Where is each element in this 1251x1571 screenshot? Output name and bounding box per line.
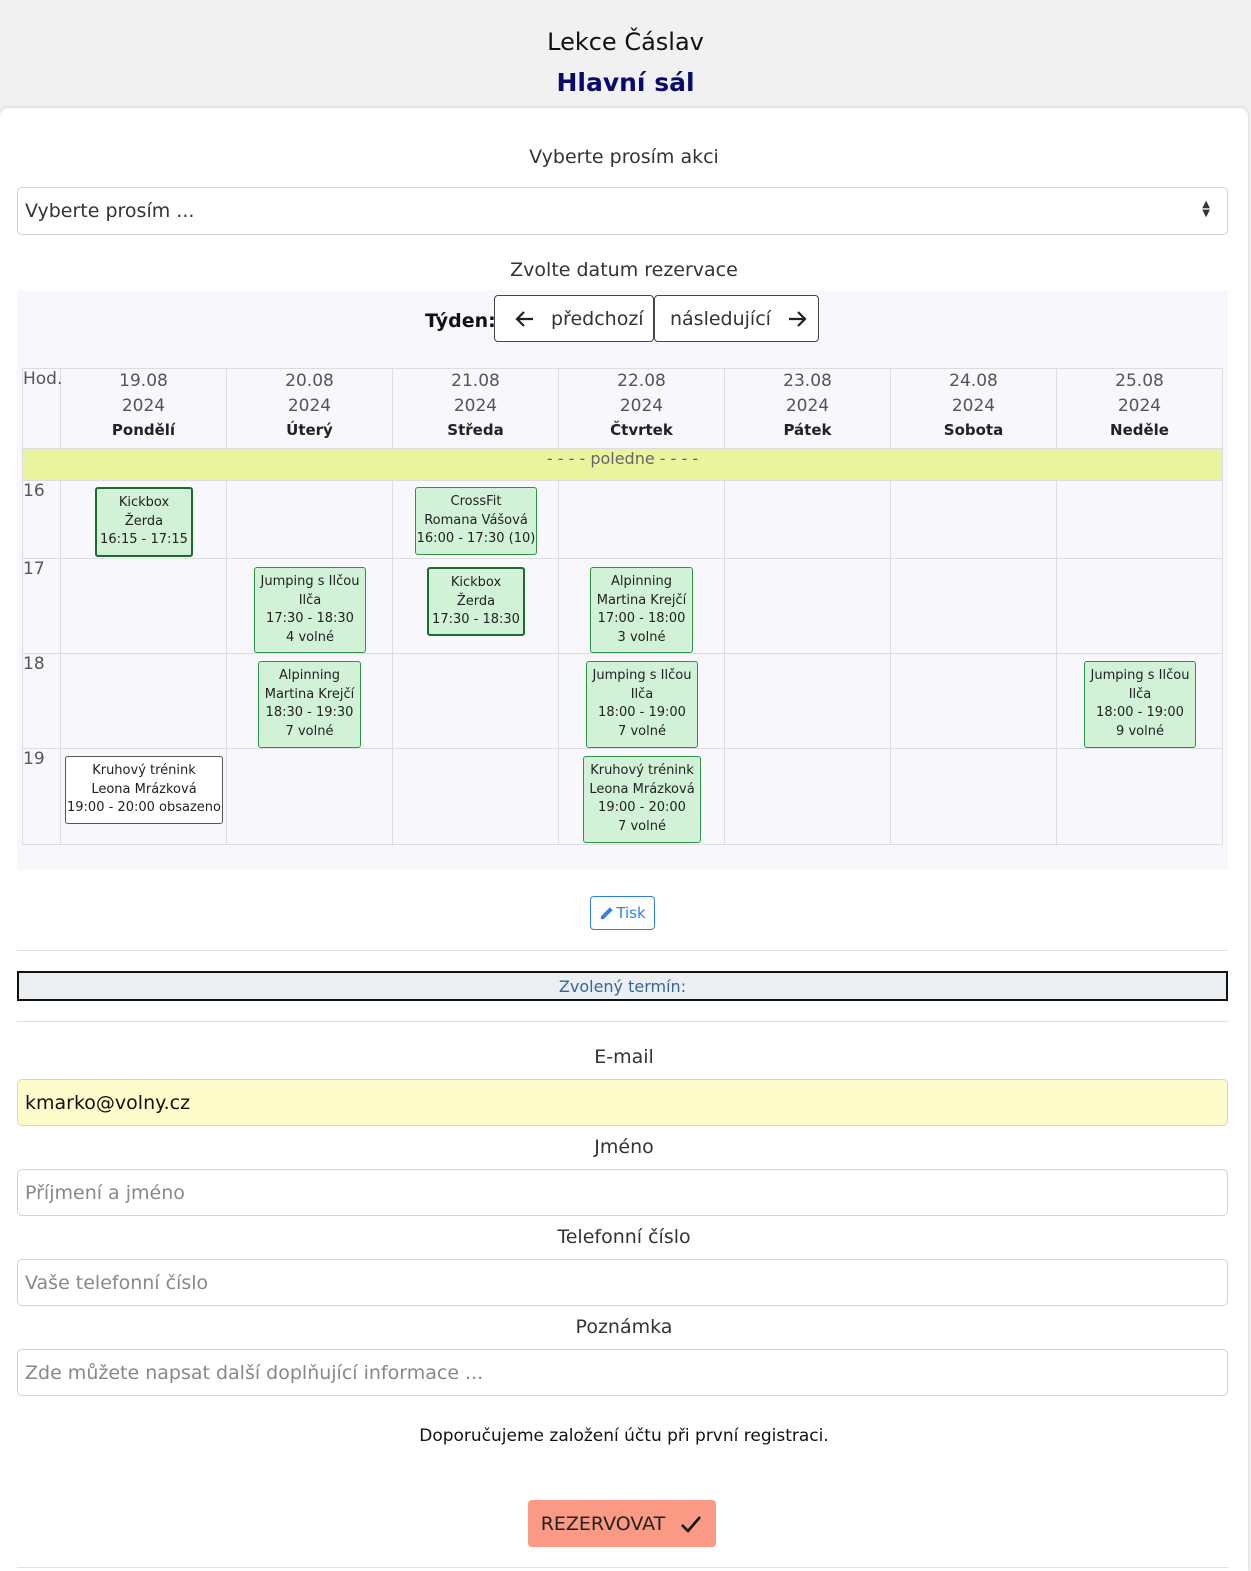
- event-block[interactable]: Jumping s Ilčou Ilča 18:00 - 19:00 7 volné: [586, 661, 698, 748]
- next-week-label: následující: [670, 307, 771, 330]
- arrow-left-icon: [515, 310, 533, 327]
- print-button[interactable]: Tisk: [590, 896, 655, 930]
- slot-cell[interactable]: [226, 748, 393, 845]
- email-label: E-mail: [594, 1046, 654, 1068]
- page-header: Lekce Čáslav Hlavní sál: [0, 0, 1251, 108]
- slot-cell[interactable]: Kickbox Žerda 16:15 - 17:15: [60, 480, 227, 559]
- reserve-button[interactable]: REZERVOVAT: [528, 1500, 716, 1547]
- slot-cell[interactable]: [60, 558, 227, 654]
- day-header: 25.08 2024 Neděle: [1056, 368, 1223, 449]
- event-block[interactable]: Alpinning Martina Krejčí 17:00 - 18:00 3 vo…: [590, 567, 693, 653]
- event-block[interactable]: Kickbox Žerda 16:15 - 17:15: [95, 487, 193, 557]
- event-select-label: Vyberte prosím akci: [529, 146, 719, 168]
- slot-cell[interactable]: [1056, 480, 1223, 559]
- slot-cell[interactable]: [1056, 748, 1223, 845]
- divider: [17, 1567, 1228, 1568]
- slot-cell[interactable]: [890, 748, 1057, 845]
- day-header: 20.08 2024 Úterý: [226, 368, 393, 449]
- divider: [17, 1021, 1228, 1022]
- slot-cell[interactable]: Kruhový trénink Leona Mrázková 19:00 - 20:…: [558, 748, 725, 845]
- checkmark-icon: [681, 1515, 702, 1533]
- hour-label: 19: [22, 748, 61, 845]
- name-field[interactable]: Příjmení a jméno: [17, 1169, 1228, 1216]
- slot-cell[interactable]: Kickbox Žerda 17:30 - 18:30: [392, 558, 559, 654]
- slot-cell[interactable]: Jumping s Ilčou Ilča 17:30 - 18:30 4 volné: [226, 558, 393, 654]
- slot-cell[interactable]: [724, 480, 891, 559]
- print-label: Tisk: [616, 904, 646, 922]
- slot-cell[interactable]: [890, 653, 1057, 749]
- app-title: Lekce Čáslav: [547, 28, 704, 56]
- account-recommendation: Doporučujeme založení účtu při první reg…: [419, 1426, 829, 1446]
- slot-cell[interactable]: Jumping s Ilčou Ilča 18:00 - 19:00 9 volné: [1056, 653, 1223, 749]
- reservation-card: Vyberte prosím akci Vyberte prosím ... ▲…: [0, 108, 1248, 1571]
- event-block[interactable]: Jumping s Ilčou Ilča 17:30 - 18:30 4 volné: [254, 567, 366, 653]
- calendar: Týden: předchozí následující Hod. 19.08 2…: [17, 290, 1228, 870]
- slot-cell[interactable]: Jumping s Ilčou Ilča 18:00 - 19:00 7 volné: [558, 653, 725, 749]
- hour-label: 17: [22, 558, 61, 654]
- hour-label: 16: [22, 480, 61, 559]
- slot-cell[interactable]: [724, 748, 891, 845]
- event-select[interactable]: Vyberte prosím ... ▲ ▼: [17, 187, 1228, 235]
- slot-cell[interactable]: [724, 653, 891, 749]
- name-label: Jméno: [594, 1136, 654, 1158]
- day-header: 22.08 2024 Čtvrtek: [558, 368, 725, 449]
- event-block[interactable]: Kickbox Žerda 17:30 - 18:30: [427, 567, 525, 636]
- event-block[interactable]: Kruhový trénink Leona Mrázková 19:00 - 20:…: [65, 756, 223, 824]
- room-title: Hlavní sál: [556, 68, 695, 97]
- day-header: 19.08 2024 Pondělí: [60, 368, 227, 449]
- slot-cell[interactable]: CrossFit Romana Vášová 16:00 - 17:30 (10): [392, 480, 559, 559]
- note-label: Poznámka: [575, 1316, 673, 1338]
- hour-label: 18: [22, 653, 61, 749]
- reserve-label: REZERVOVAT: [540, 1512, 666, 1535]
- slot-cell[interactable]: [392, 748, 559, 845]
- week-label: Týden:: [425, 310, 496, 332]
- slot-cell[interactable]: [392, 653, 559, 749]
- calendar-label: Zvolte datum rezervace: [510, 259, 738, 281]
- phone-field[interactable]: Vaše telefonní číslo: [17, 1259, 1228, 1306]
- pencil-icon: [601, 906, 613, 919]
- event-block[interactable]: CrossFit Romana Vášová 16:00 - 17:30 (10): [415, 487, 537, 555]
- slot-cell[interactable]: Alpinning Martina Krejčí 17:00 - 18:00 3 vo…: [558, 558, 725, 654]
- chosen-slot: Zvolený termín:: [17, 971, 1228, 1001]
- slot-cell[interactable]: [890, 558, 1057, 654]
- event-block[interactable]: Kruhový trénink Leona Mrázková 19:00 - 20:…: [583, 756, 701, 843]
- slot-cell[interactable]: [1056, 558, 1223, 654]
- week-table: Hod. 19.08 2024 Pondělí 20.08 2024 Úterý 21.…: [22, 368, 1223, 845]
- event-select-value: Vyberte prosím ...: [25, 200, 195, 222]
- divider: [17, 950, 1228, 951]
- prev-week-label: předchozí: [551, 307, 644, 330]
- select-arrows-icon: ▲ ▼: [1202, 199, 1210, 219]
- hour-header: Hod.: [22, 368, 62, 449]
- slot-cell[interactable]: [558, 480, 725, 559]
- event-block[interactable]: Jumping s Ilčou Ilča 18:00 - 19:00 9 volné: [1084, 661, 1196, 748]
- slot-cell[interactable]: [890, 480, 1057, 559]
- arrow-right-icon: [788, 310, 807, 327]
- slot-cell[interactable]: [724, 558, 891, 654]
- prev-week-button[interactable]: předchozí: [494, 295, 654, 342]
- next-week-button[interactable]: následující: [654, 295, 819, 342]
- day-header: 21.08 2024 Středa: [392, 368, 559, 449]
- slot-cell[interactable]: [226, 480, 393, 559]
- day-header: 23.08 2024 Pátek: [724, 368, 891, 449]
- slot-cell[interactable]: Alpinning Martina Krejčí 18:30 - 19:30 7 vo…: [226, 653, 393, 749]
- note-field[interactable]: Zde můžete napsat další doplňující infor…: [17, 1349, 1228, 1396]
- event-block[interactable]: Alpinning Martina Krejčí 18:30 - 19:30 7 vo…: [258, 661, 361, 748]
- noon-divider: - - - - poledne - - - -: [22, 448, 1223, 481]
- day-header: 24.08 2024 Sobota: [890, 368, 1057, 449]
- phone-label: Telefonní číslo: [557, 1226, 691, 1248]
- email-field[interactable]: kmarko@volny.cz: [17, 1079, 1228, 1126]
- slot-cell[interactable]: [60, 653, 227, 749]
- slot-cell[interactable]: Kruhový trénink Leona Mrázková 19:00 - 20:…: [60, 748, 227, 845]
